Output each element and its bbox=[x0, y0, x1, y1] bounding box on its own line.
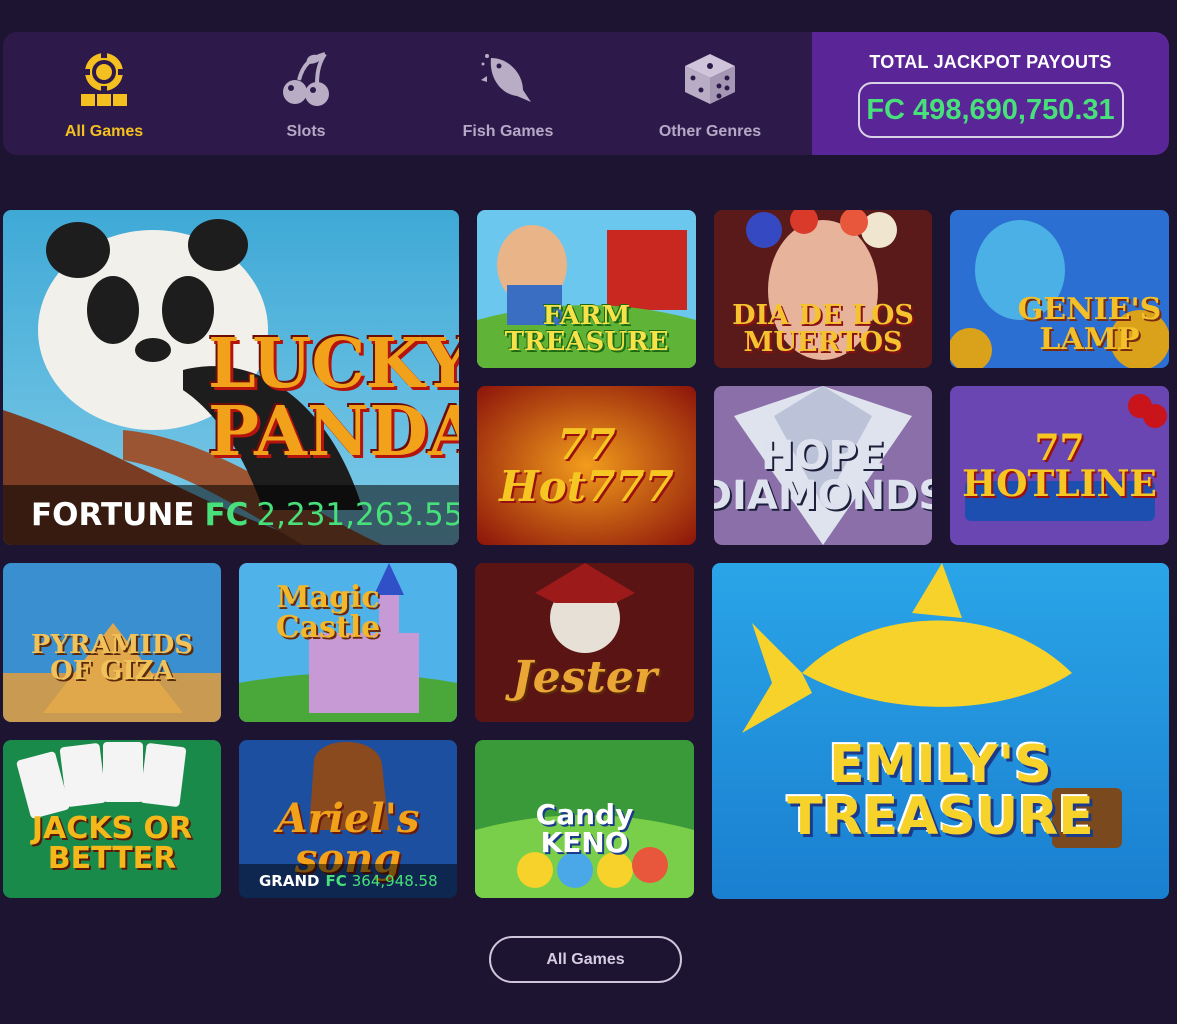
grand-value: 364,948.58 bbox=[351, 872, 438, 890]
fortune-value: 2,231,263.55 bbox=[256, 497, 459, 533]
game-tile-hope-diamonds[interactable]: HOPE DIAMONDS bbox=[714, 386, 932, 545]
category-label: Fish Games bbox=[462, 123, 554, 140]
category-label: Slots bbox=[286, 123, 326, 140]
game-tile-magic-castle[interactable]: Magic Castle bbox=[239, 563, 457, 722]
cherries-icon bbox=[283, 52, 329, 106]
game-tile-lucky-panda[interactable]: LUCKY PANDA FORTUNE FC 2,231,263.55 bbox=[3, 210, 459, 545]
game-title: FARM TREASURE bbox=[504, 301, 669, 357]
game-tile-emilys-treasure[interactable]: EMILY'S TREASURE bbox=[712, 563, 1169, 899]
game-tile-hotline[interactable]: 77 HOTLINE bbox=[950, 386, 1169, 545]
game-tile-candy-keno[interactable]: Candy KENO bbox=[475, 740, 694, 898]
game-tile-genies-lamp[interactable]: GENIE'S LAMP bbox=[950, 210, 1169, 368]
game-title: HOPE DIAMONDS bbox=[714, 432, 932, 519]
fortune-label: FORTUNE bbox=[31, 497, 195, 533]
category-all-games[interactable]: All Games bbox=[3, 32, 205, 155]
game-title: EMILY'S TREASURE bbox=[787, 735, 1094, 847]
game-tile-pyramids-of-giza[interactable]: PYRAMIDS OF GIZA bbox=[3, 563, 221, 722]
game-tile-jester[interactable]: Jester bbox=[475, 563, 694, 722]
category-slots[interactable]: Slots bbox=[205, 32, 407, 155]
fortune-jackpot: FORTUNE FC 2,231,263.55 bbox=[3, 485, 459, 545]
category-bar: All Games Slots Fish Games Other Genres … bbox=[3, 32, 1169, 155]
jackpot-title: TOTAL JACKPOT PAYOUTS bbox=[869, 52, 1112, 72]
jackpot-amount: FC 498,690,750.31 bbox=[857, 82, 1124, 138]
game-title: Magic Castle bbox=[275, 579, 381, 645]
category-label: All Games bbox=[64, 123, 144, 140]
game-title: Jester bbox=[511, 651, 658, 703]
grand-currency: FC bbox=[325, 872, 347, 890]
category-label: Other Genres bbox=[658, 123, 762, 140]
category-other-genres[interactable]: Other Genres bbox=[609, 32, 811, 155]
jackpot-panel: TOTAL JACKPOT PAYOUTS FC 498,690,750.31 bbox=[812, 32, 1169, 155]
game-tile-ariels-song[interactable]: Ariel's song GRAND FC 364,948.58 bbox=[239, 740, 457, 898]
game-tile-jacks-or-better[interactable]: JACKS OR BETTER bbox=[3, 740, 221, 898]
grand-label: GRAND bbox=[259, 872, 320, 890]
dice-icon bbox=[685, 54, 735, 104]
shark-artwork bbox=[712, 563, 1169, 899]
all-games-button[interactable]: All Games bbox=[489, 936, 682, 983]
game-title: DIA DE LOS MUERTOS bbox=[732, 300, 914, 358]
chip-icon bbox=[81, 52, 127, 106]
game-title: 77 HOTLINE bbox=[962, 426, 1157, 505]
fish-icon bbox=[481, 54, 531, 102]
game-title: Candy KENO bbox=[535, 798, 634, 859]
fortune-currency: FC bbox=[204, 497, 249, 533]
game-title: 77 Hot777 bbox=[499, 419, 674, 511]
game-title: PYRAMIDS OF GIZA bbox=[30, 629, 194, 686]
game-tile-farm-treasure[interactable]: FARM TREASURE bbox=[477, 210, 696, 368]
game-tile-dia-de-los-muertos[interactable]: DIA DE LOS MUERTOS bbox=[714, 210, 932, 368]
game-title: JACKS OR BETTER bbox=[31, 811, 193, 876]
game-title: GENIE'S LAMP bbox=[1017, 292, 1162, 357]
game-title: LUCKY PANDA bbox=[208, 324, 459, 472]
grand-jackpot: GRAND FC 364,948.58 bbox=[239, 864, 457, 898]
category-fish-games[interactable]: Fish Games bbox=[407, 32, 609, 155]
game-tile-hot777[interactable]: 77 Hot777 bbox=[477, 386, 696, 545]
